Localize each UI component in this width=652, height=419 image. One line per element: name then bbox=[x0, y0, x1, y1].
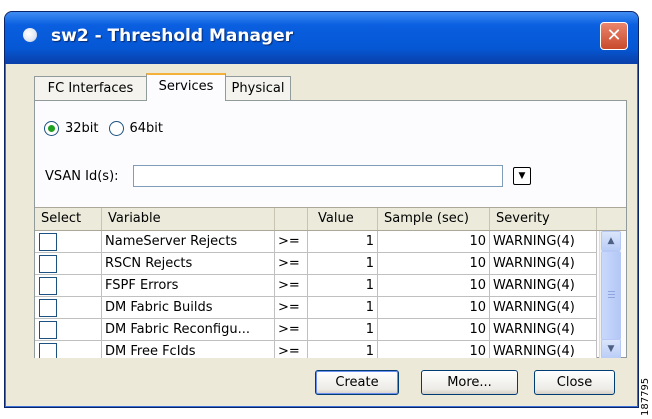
window-title: sw2 - Threshold Manager bbox=[51, 26, 294, 46]
variable-cell: DM Free FcIds bbox=[102, 341, 275, 358]
figure-id: 187795 bbox=[640, 377, 651, 416]
radio-64bit[interactable] bbox=[108, 120, 124, 136]
sample-cell[interactable]: 10 bbox=[378, 297, 490, 319]
value-cell[interactable]: 1 bbox=[308, 319, 378, 341]
grip-line bbox=[608, 294, 615, 295]
row-select-checkbox[interactable] bbox=[39, 233, 57, 251]
value-cell[interactable]: 1 bbox=[308, 231, 378, 253]
radio-32bit-label[interactable]: 32bit bbox=[65, 121, 99, 136]
sample-cell[interactable]: 10 bbox=[378, 319, 490, 341]
grip-line bbox=[608, 297, 615, 298]
column-header-value[interactable]: Value bbox=[308, 208, 378, 230]
close-window-button[interactable]: ✕ bbox=[600, 22, 628, 50]
radio-64bit-label[interactable]: 64bit bbox=[130, 121, 164, 136]
scroll-down-icon[interactable]: ▼ bbox=[601, 339, 621, 358]
vsan-label: VSAN Id(s): bbox=[45, 169, 119, 184]
vsan-dropdown-icon[interactable]: ▼ bbox=[513, 167, 531, 185]
severity-cell[interactable]: WARNING(4) bbox=[490, 275, 597, 297]
value-cell[interactable]: 1 bbox=[308, 275, 378, 297]
value-cell[interactable]: 1 bbox=[308, 341, 378, 358]
title-bar[interactable]: sw2 - Threshold Manager ✕ bbox=[5, 12, 638, 64]
more-button[interactable]: More... bbox=[421, 370, 518, 395]
sample-cell[interactable]: 10 bbox=[378, 253, 490, 275]
row-select-checkbox[interactable] bbox=[39, 255, 57, 273]
table-row[interactable]: DM Fabric Reconfigu... >= 1 10 WARNING(4… bbox=[35, 319, 597, 341]
create-button[interactable]: Create bbox=[315, 370, 399, 395]
tab-physical[interactable]: Physical bbox=[225, 76, 291, 100]
operator-cell: >= bbox=[275, 297, 308, 319]
row-select-checkbox[interactable] bbox=[39, 277, 57, 295]
services-panel: 32bit 64bit VSAN Id(s): ▼ Select Variabl… bbox=[34, 100, 627, 358]
sample-cell[interactable]: 10 bbox=[378, 231, 490, 253]
severity-cell[interactable]: WARNING(4) bbox=[490, 231, 597, 253]
table-header: Select Variable Value Sample (sec) Sever… bbox=[35, 208, 626, 231]
table-row[interactable]: FSPF Errors >= 1 10 WARNING(4) bbox=[35, 275, 597, 297]
severity-cell[interactable]: WARNING(4) bbox=[490, 341, 597, 358]
scroll-up-icon[interactable]: ▲ bbox=[601, 231, 621, 251]
tab-services[interactable]: Services bbox=[146, 73, 226, 101]
column-header-operator[interactable] bbox=[275, 208, 308, 230]
app-icon bbox=[23, 28, 37, 42]
severity-cell[interactable]: WARNING(4) bbox=[490, 297, 597, 319]
severity-cell[interactable]: WARNING(4) bbox=[490, 319, 597, 341]
scroll-thumb[interactable] bbox=[601, 251, 621, 340]
sample-cell[interactable]: 10 bbox=[378, 341, 490, 358]
tab-fc-interfaces[interactable]: FC Interfaces bbox=[34, 76, 147, 100]
mode-radio-group: 32bit 64bit bbox=[44, 119, 173, 137]
variable-cell: NameServer Rejects bbox=[102, 231, 275, 253]
vsan-input[interactable] bbox=[133, 165, 503, 187]
column-header-select[interactable]: Select bbox=[35, 208, 102, 230]
column-header-sample[interactable]: Sample (sec) bbox=[378, 208, 490, 230]
operator-cell: >= bbox=[275, 341, 308, 358]
threshold-table: Select Variable Value Sample (sec) Sever… bbox=[35, 207, 626, 358]
value-cell[interactable]: 1 bbox=[308, 297, 378, 319]
table-row[interactable]: NameServer Rejects >= 1 10 WARNING(4) bbox=[35, 231, 597, 253]
threshold-manager-window: sw2 - Threshold Manager ✕ FC Interfaces … bbox=[4, 11, 639, 408]
severity-cell[interactable]: WARNING(4) bbox=[490, 253, 597, 275]
variable-cell: DM Fabric Builds bbox=[102, 297, 275, 319]
radio-32bit[interactable] bbox=[44, 120, 59, 136]
grip-line bbox=[608, 291, 615, 292]
variable-cell: DM Fabric Reconfigu... bbox=[102, 319, 275, 341]
operator-cell: >= bbox=[275, 231, 308, 253]
value-cell[interactable]: 1 bbox=[308, 253, 378, 275]
operator-cell: >= bbox=[275, 275, 308, 297]
column-header-severity[interactable]: Severity bbox=[490, 208, 597, 230]
table-row[interactable]: DM Fabric Builds >= 1 10 WARNING(4) bbox=[35, 297, 597, 319]
close-button[interactable]: Close bbox=[534, 370, 615, 395]
column-header-variable[interactable]: Variable bbox=[102, 208, 275, 230]
row-select-checkbox[interactable] bbox=[39, 299, 57, 317]
row-select-checkbox[interactable] bbox=[39, 343, 57, 358]
operator-cell: >= bbox=[275, 253, 308, 275]
sample-cell[interactable]: 10 bbox=[378, 275, 490, 297]
variable-cell: FSPF Errors bbox=[102, 275, 275, 297]
table-row[interactable]: DM Free FcIds >= 1 10 WARNING(4) bbox=[35, 341, 597, 358]
variable-cell: RSCN Rejects bbox=[102, 253, 275, 275]
table-row[interactable]: RSCN Rejects >= 1 10 WARNING(4) bbox=[35, 253, 597, 275]
row-select-checkbox[interactable] bbox=[39, 321, 57, 339]
operator-cell: >= bbox=[275, 319, 308, 341]
table-scrollbar[interactable]: ▲ ▼ bbox=[599, 231, 621, 358]
